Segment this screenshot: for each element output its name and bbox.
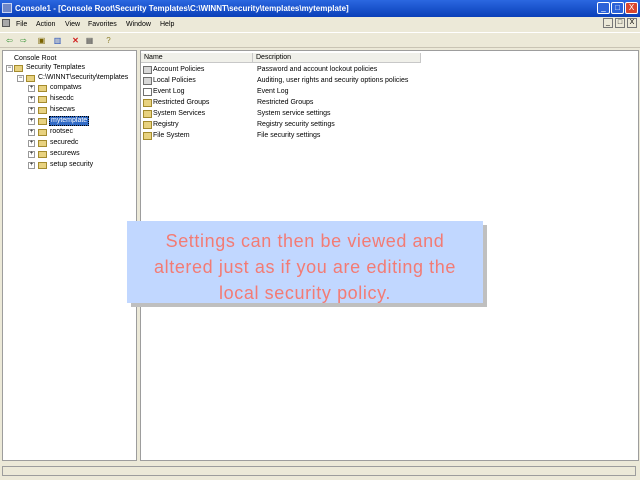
title-bar: Console1 - [Console Root\Security Templa… (0, 0, 640, 17)
tree-expand-hisecdc[interactable]: + (28, 96, 35, 103)
toolbar (0, 32, 640, 48)
tree-expand-securedc[interactable]: + (28, 140, 35, 147)
template-icon (38, 140, 47, 147)
folder-icon (143, 121, 152, 129)
tree-item-security-templates[interactable]: Security Templates (26, 64, 85, 72)
security-templates-icon (14, 65, 23, 72)
list-item-description: Registry security settings (257, 121, 335, 128)
tree-expand-compatws[interactable]: + (28, 85, 35, 92)
delete-icon[interactable]: ✕ (70, 35, 81, 46)
tree-item-securedc[interactable]: securedc (50, 139, 78, 147)
template-icon (38, 129, 47, 136)
list-item-description: System service settings (257, 110, 331, 117)
template-icon (38, 162, 47, 169)
forward-arrow-icon[interactable]: ⇨ (18, 35, 29, 46)
menu-window[interactable]: Window (126, 21, 151, 28)
tree-collapse-templates-folder[interactable]: − (17, 75, 24, 82)
tree-item-mytemplate[interactable]: mytemplate (49, 116, 90, 126)
templates-folder-icon (26, 75, 35, 82)
up-folder-icon[interactable]: ▣ (36, 35, 47, 46)
list-item-description: Restricted Groups (257, 99, 314, 106)
list-item-description: Event Log (257, 88, 289, 95)
menu-help[interactable]: Help (160, 21, 174, 28)
menu-action[interactable]: Action (36, 21, 55, 28)
list-item-name[interactable]: File System (153, 132, 190, 140)
console-window-icon (2, 19, 10, 27)
tree-collapse-security-templates[interactable]: − (6, 65, 13, 72)
list-item-description: Password and account lockout policies (257, 66, 378, 73)
tree-item-setup-security[interactable]: setup security (50, 161, 93, 169)
folder-icon (143, 132, 152, 140)
tree-expand-hisecws[interactable]: + (28, 107, 35, 114)
folder-icon (143, 99, 152, 107)
column-header-description[interactable]: Description (253, 53, 421, 63)
tree-expand-setup-security[interactable]: + (28, 162, 35, 169)
tree-expand-rootsec[interactable]: + (28, 129, 35, 136)
list-item-name[interactable]: Registry (153, 121, 179, 129)
menu-favorites[interactable]: Favorites (88, 21, 117, 28)
list-item-name[interactable]: Account Policies (153, 66, 204, 74)
template-icon (38, 107, 47, 114)
mmc-console-icon (2, 3, 12, 13)
tree-item-templates-path[interactable]: C:\WINNT\security\templates (38, 74, 128, 82)
template-icon (38, 151, 47, 158)
minimize-button[interactable]: _ (597, 2, 610, 14)
close-button[interactable]: X (625, 2, 638, 14)
mdi-restore-button[interactable]: □ (615, 18, 625, 28)
policy-folder-icon (143, 66, 152, 74)
tree-expand-securews[interactable]: + (28, 151, 35, 158)
console-tree-icon[interactable]: ▥ (52, 35, 63, 46)
event-log-icon (143, 88, 152, 96)
tree-item-hisecws[interactable]: hisecws (50, 106, 75, 114)
tree-item-console-root[interactable]: Console Root (14, 55, 56, 63)
tree-item-securews[interactable]: securews (50, 150, 80, 158)
policy-folder-icon (143, 77, 152, 85)
list-item-description: Auditing, user rights and security optio… (257, 77, 409, 84)
maximize-button[interactable]: □ (611, 2, 624, 14)
column-header-name[interactable]: Name (141, 53, 253, 63)
instruction-text: Settings can then be viewed and altered … (154, 231, 456, 303)
list-item-description: File security settings (257, 132, 321, 139)
window-title: Console1 - [Console Root\Security Templa… (15, 4, 349, 13)
menu-view[interactable]: View (65, 21, 80, 28)
instruction-callout: Settings can then be viewed and altered … (127, 221, 483, 303)
tree-expand-mytemplate[interactable]: + (28, 118, 35, 125)
properties-icon[interactable]: ▦ (84, 35, 95, 46)
back-arrow-icon[interactable]: ⇦ (4, 35, 15, 46)
mdi-close-button[interactable]: X (627, 18, 637, 28)
template-icon (38, 118, 47, 125)
list-item-name[interactable]: Restricted Groups (153, 99, 209, 107)
template-icon (38, 85, 47, 92)
status-field (2, 466, 636, 476)
folder-icon (143, 110, 152, 118)
tree-item-hisecdc[interactable]: hisecdc (50, 95, 74, 103)
help-icon[interactable]: ? (103, 35, 114, 46)
template-icon (38, 96, 47, 103)
list-item-name[interactable]: Event Log (153, 88, 185, 96)
mdi-minimize-button[interactable]: _ (603, 18, 613, 28)
list-item-name[interactable]: Local Policies (153, 77, 196, 85)
menu-file[interactable]: File (16, 21, 27, 28)
tree-item-rootsec[interactable]: rootsec (50, 128, 73, 136)
list-item-name[interactable]: System Services (153, 110, 205, 118)
tree-item-compatws[interactable]: compatws (50, 84, 82, 92)
